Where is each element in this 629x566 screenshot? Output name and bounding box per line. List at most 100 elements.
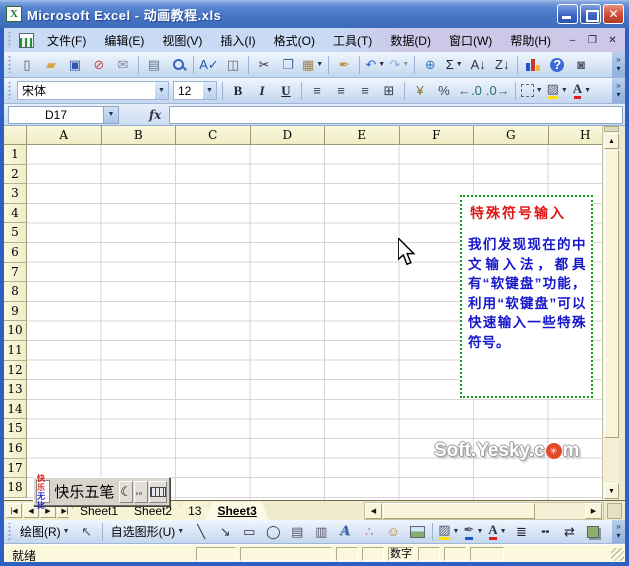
- select-all-corner[interactable]: [4, 126, 27, 145]
- row-header-16[interactable]: 16: [4, 438, 27, 459]
- chevron-down-icon[interactable]: ▼: [316, 61, 323, 68]
- tab-split-handle[interactable]: [607, 503, 622, 519]
- std-chart-wizard[interactable]: [522, 54, 544, 75]
- toolbar-grip[interactable]: [7, 31, 12, 49]
- menu-item-7[interactable]: 窗口(W): [440, 29, 501, 52]
- std-autosum[interactable]: Σ ▼: [443, 54, 465, 75]
- font-name-combo[interactable]: 宋体 ▼: [17, 81, 169, 100]
- col-header-D[interactable]: D: [250, 126, 325, 145]
- fmt-bold[interactable]: B: [227, 80, 249, 101]
- row-header-15[interactable]: 15: [4, 419, 27, 439]
- workbook-minimize-icon[interactable]: –: [564, 33, 581, 48]
- draw-clip-art[interactable]: ☺: [382, 521, 404, 542]
- std-print-preview[interactable]: [167, 54, 189, 75]
- fmt-align-left[interactable]: ≡: [306, 80, 328, 101]
- menu-item-3[interactable]: 插入(I): [211, 29, 264, 52]
- minimize-button[interactable]: [557, 4, 578, 24]
- soft-keyboard-icon[interactable]: [149, 480, 167, 503]
- draw-autoshapes-menu[interactable]: 自选图形(U) ▼: [107, 521, 189, 542]
- note-text-box[interactable]: 特殊符号输入 我们发现现在的中文输入法，都具有“软键盘”功能，利用“软键盘”可以…: [460, 195, 593, 398]
- row-header-10[interactable]: 10: [4, 321, 27, 341]
- punctuation-toggle-icon[interactable]: ，。: [134, 480, 148, 503]
- row-header-7[interactable]: 7: [4, 262, 27, 283]
- fmt-fill-color[interactable]: ▨ ▼: [546, 80, 569, 101]
- draw-arrow-style[interactable]: ⇄: [558, 521, 580, 542]
- std-help[interactable]: ?: [546, 54, 568, 75]
- draw-picture[interactable]: [406, 521, 428, 542]
- chevron-down-icon[interactable]: ▼: [378, 61, 385, 68]
- toolbar-options-icon[interactable]: » ▾: [612, 52, 625, 77]
- workbook-close-icon[interactable]: ✕: [604, 33, 621, 48]
- chevron-down-icon[interactable]: ▼: [402, 61, 409, 68]
- std-permission[interactable]: ⊘: [88, 54, 110, 75]
- std-redo[interactable]: ↷ ▼: [388, 54, 410, 75]
- row-header-14[interactable]: 14: [4, 399, 27, 420]
- scroll-left-icon[interactable]: ◀: [365, 503, 382, 519]
- draw-draw-menu[interactable]: 绘图(R) ▼: [16, 521, 74, 542]
- close-button[interactable]: [603, 4, 624, 24]
- workbook-icon[interactable]: [19, 32, 34, 48]
- name-box-dropdown[interactable]: ▼: [104, 105, 119, 124]
- fmt-currency-style[interactable]: ¥: [409, 80, 431, 101]
- row-header-3[interactable]: 3: [4, 184, 27, 204]
- draw-select-pointer[interactable]: ↖: [76, 521, 98, 542]
- fmt-align-right[interactable]: ≡: [354, 80, 376, 101]
- std-paste[interactable]: ▦ ▼: [301, 54, 324, 75]
- row-header-13[interactable]: 13: [4, 380, 27, 400]
- std-camera[interactable]: ◙: [570, 54, 592, 75]
- chevron-down-icon[interactable]: ▼: [456, 61, 463, 68]
- col-header-A[interactable]: A: [27, 126, 102, 145]
- std-format-painter[interactable]: ✒: [333, 54, 355, 75]
- scroll-up-icon[interactable]: ▲: [604, 133, 619, 149]
- toolbar-grip[interactable]: [7, 523, 12, 540]
- menu-item-0[interactable]: 文件(F): [38, 29, 95, 52]
- menu-item-8[interactable]: 帮助(H): [501, 29, 560, 52]
- fmt-decrease-decimal[interactable]: .0→: [485, 80, 511, 101]
- chevron-down-icon[interactable]: ▼: [561, 87, 568, 94]
- col-header-F[interactable]: F: [399, 126, 474, 145]
- toolbar-grip[interactable]: [7, 81, 12, 100]
- std-mail[interactable]: ✉: [112, 54, 134, 75]
- fmt-merge-center[interactable]: ⊞: [378, 80, 400, 101]
- restore-button[interactable]: [580, 4, 601, 24]
- std-cut[interactable]: ✂: [253, 54, 275, 75]
- chevron-down-icon[interactable]: ▼: [536, 87, 543, 94]
- col-header-C[interactable]: C: [176, 126, 251, 145]
- draw-oval[interactable]: ◯: [262, 521, 284, 542]
- workbook-restore-icon[interactable]: ❐: [584, 33, 601, 48]
- formula-input[interactable]: [169, 105, 623, 124]
- std-sort-ascending[interactable]: A↓: [467, 54, 489, 75]
- chevron-down-icon[interactable]: ▼: [453, 528, 460, 535]
- fmt-borders[interactable]: ▼: [520, 80, 544, 101]
- draw-fill-color[interactable]: ▨ ▼: [437, 521, 460, 542]
- draw-font-color[interactable]: A ▼: [486, 521, 508, 542]
- menu-item-2[interactable]: 视图(V): [153, 29, 211, 52]
- std-sort-descending[interactable]: Z↓: [491, 54, 513, 75]
- row-header-12[interactable]: 12: [4, 360, 27, 381]
- draw-shadow-style[interactable]: [582, 521, 604, 542]
- row-header-4[interactable]: 4: [4, 203, 27, 224]
- vertical-scroll-thumb[interactable]: [604, 150, 619, 438]
- row-header-17[interactable]: 17: [4, 458, 27, 479]
- chevron-down-icon[interactable]: ▼: [177, 528, 184, 535]
- tab-nav-first-icon[interactable]: |◀: [6, 503, 22, 518]
- std-open[interactable]: ▰: [40, 54, 62, 75]
- col-header-E[interactable]: E: [325, 126, 400, 145]
- insert-function-icon[interactable]: fx: [149, 108, 161, 122]
- toolbar-options-icon[interactable]: » ▾: [612, 78, 625, 103]
- toolbar-options-icon[interactable]: » ▾: [612, 520, 625, 543]
- row-header-6[interactable]: 6: [4, 242, 27, 263]
- menu-item-6[interactable]: 数据(D): [381, 29, 440, 52]
- fmt-align-center[interactable]: ≡: [330, 80, 352, 101]
- vertical-split-handle[interactable]: [604, 126, 619, 132]
- draw-arrow[interactable]: ↘: [214, 521, 236, 542]
- std-copy[interactable]: ❐: [277, 54, 299, 75]
- col-header-B[interactable]: B: [101, 126, 176, 145]
- row-header-8[interactable]: 8: [4, 282, 27, 302]
- row-header-18[interactable]: 18: [4, 478, 27, 498]
- col-header-H[interactable]: H: [548, 126, 602, 145]
- draw-text-box[interactable]: ▤: [286, 521, 308, 542]
- fullwidth-toggle-moon-icon[interactable]: ☾: [119, 480, 133, 503]
- chevron-down-icon[interactable]: ▼: [155, 82, 168, 99]
- fmt-font-color[interactable]: A ▼: [571, 80, 593, 101]
